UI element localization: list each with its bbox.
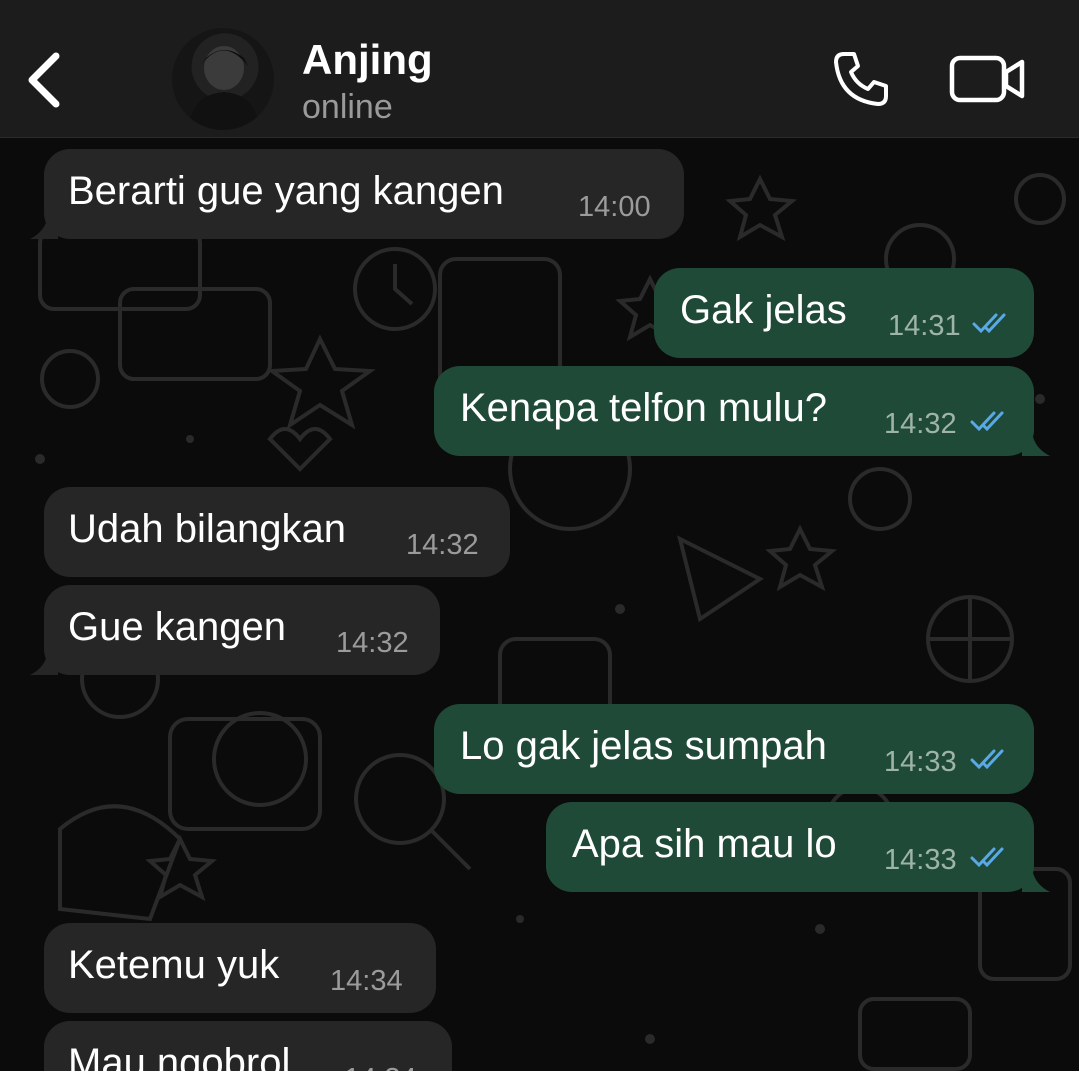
- message-incoming[interactable]: Ketemu yuk 14:34: [44, 923, 436, 1013]
- chat-area[interactable]: Berarti gue yang kangen 14:00 Gak jelas …: [0, 139, 1079, 1071]
- bubble-tail: [30, 651, 58, 675]
- message-text: Gue kangen: [68, 605, 286, 649]
- message-outgoing[interactable]: Apa sih mau lo 14:33: [546, 802, 1050, 892]
- message-incoming[interactable]: Udah bilangkan 14:32: [44, 487, 510, 577]
- message-time: 14:00: [578, 191, 651, 223]
- double-check-icon: [970, 847, 1004, 868]
- double-check-icon: [970, 411, 1004, 432]
- message-text: Lo gak jelas sumpah: [460, 724, 827, 768]
- chevron-left-icon[interactable]: [22, 48, 70, 112]
- contact-status: online: [302, 88, 393, 126]
- double-check-icon: [972, 313, 1006, 334]
- message-text: Ketemu yuk: [68, 943, 280, 987]
- bubble-tail: [1022, 432, 1050, 456]
- message-time: 14:32: [336, 627, 409, 659]
- contact-name[interactable]: Anjing: [302, 36, 433, 84]
- message-outgoing[interactable]: Lo gak jelas sumpah 14:33: [434, 704, 1034, 794]
- message-text: Apa sih mau lo: [572, 822, 837, 866]
- bubble-tail: [30, 215, 58, 239]
- message-text: Gak jelas: [680, 288, 847, 332]
- message-outgoing[interactable]: Kenapa telfon mulu? 14:32: [434, 366, 1050, 456]
- message-time: 14:33: [884, 746, 957, 778]
- message-incoming[interactable]: Mau ngobrol 14:34: [44, 1021, 452, 1071]
- message-time: 14:32: [406, 529, 479, 561]
- phone-icon[interactable]: [830, 48, 892, 110]
- message-time: 14:34: [344, 1063, 417, 1071]
- message-text: Mau ngobrol: [68, 1041, 291, 1071]
- chat-header: Anjing online: [0, 0, 1079, 138]
- message-outgoing[interactable]: Gak jelas 14:31: [654, 268, 1034, 358]
- double-check-icon: [970, 749, 1004, 770]
- message-text: Kenapa telfon mulu?: [460, 386, 827, 430]
- message-time: 14:34: [330, 965, 403, 997]
- bubble-tail: [1022, 868, 1050, 892]
- message-incoming[interactable]: Gue kangen 14:32: [30, 585, 440, 675]
- message-time: 14:31: [888, 310, 961, 342]
- message-time: 14:33: [884, 844, 957, 876]
- avatar[interactable]: [172, 28, 274, 130]
- message-text: Berarti gue yang kangen: [68, 169, 504, 213]
- message-time: 14:32: [884, 408, 957, 440]
- video-camera-icon[interactable]: [948, 52, 1028, 106]
- message-incoming[interactable]: Berarti gue yang kangen 14:00: [30, 149, 684, 239]
- message-text: Udah bilangkan: [68, 507, 346, 551]
